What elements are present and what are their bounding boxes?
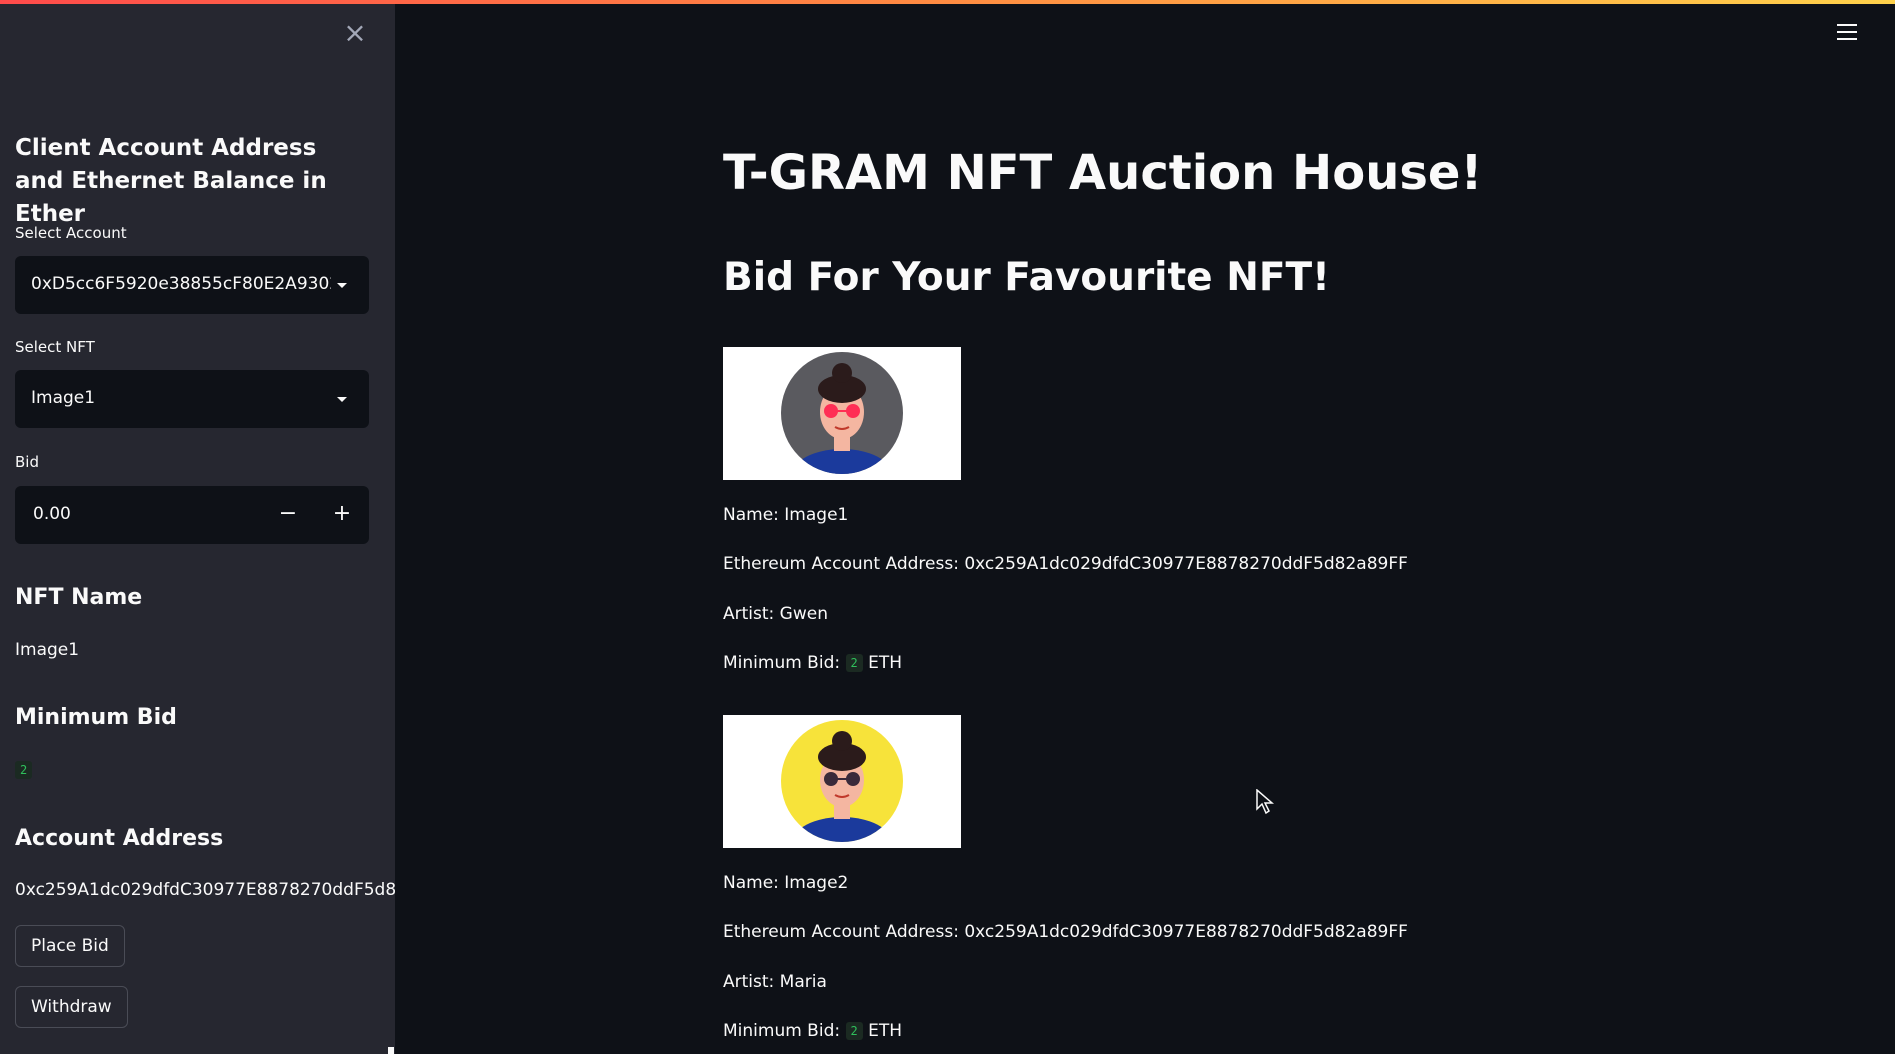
select-nft-label: Select NFT xyxy=(15,338,95,356)
min-bid-badge: 2 xyxy=(845,654,863,672)
page-title: T-GRAM NFT Auction House! xyxy=(723,145,1483,201)
bid-number-input[interactable]: 0.00 − + xyxy=(15,486,369,544)
withdraw-button[interactable]: Withdraw xyxy=(15,986,128,1028)
avatar-icon xyxy=(781,352,903,474)
min-bid-unit: ETH xyxy=(868,653,903,673)
hamburger-menu-icon[interactable] xyxy=(1837,24,1857,42)
nft-name: Name: Image2 xyxy=(723,873,849,893)
bid-decrement-button[interactable]: − xyxy=(261,486,315,544)
nft-address: Ethereum Account Address: 0xc259A1dc029d… xyxy=(723,554,1408,574)
nft-image-2 xyxy=(723,715,961,848)
chevron-down-icon xyxy=(337,397,347,402)
select-account-label: Select Account xyxy=(15,224,127,242)
account-address-heading: Account Address xyxy=(15,826,224,851)
nft-artist: Artist: Gwen xyxy=(723,604,828,624)
nft-artist: Artist: Maria xyxy=(723,972,827,992)
top-accent-bar xyxy=(0,0,1895,4)
minimum-bid-badge: 2 xyxy=(15,761,33,779)
min-bid-prefix: Minimum Bid: xyxy=(723,1021,841,1041)
nft-name-heading: NFT Name xyxy=(15,585,143,610)
select-nft-value: Image1 xyxy=(31,388,96,408)
avatar-icon xyxy=(781,720,903,842)
nft-name-value: Image1 xyxy=(15,640,80,660)
mouse-cursor-icon xyxy=(1256,789,1274,815)
nft-minimum-bid: Minimum Bid: 2 ETH xyxy=(723,1021,902,1041)
bid-increment-button[interactable]: + xyxy=(315,486,369,544)
nft-minimum-bid: Minimum Bid: 2 ETH xyxy=(723,653,902,673)
bid-input-value[interactable]: 0.00 xyxy=(33,504,71,524)
sidebar-title: Client Account Address and Ethernet Bala… xyxy=(15,135,327,227)
page-subtitle: Bid For Your Favourite NFT! xyxy=(723,255,1330,300)
nft-image-1 xyxy=(723,347,961,480)
chevron-down-icon xyxy=(337,283,347,288)
select-account-dropdown[interactable]: 0xD5cc6F5920e38855cF80E2A9302... xyxy=(15,256,369,314)
min-bid-unit: ETH xyxy=(868,1021,903,1041)
minimum-bid-heading: Minimum Bid xyxy=(15,705,177,730)
sidebar-scrollbar[interactable] xyxy=(388,1047,394,1054)
account-address-value: 0xc259A1dc029dfdC30977E8878270ddF5d82a89… xyxy=(15,880,395,900)
nft-address: Ethereum Account Address: 0xc259A1dc029d… xyxy=(723,922,1408,942)
min-bid-badge: 2 xyxy=(845,1022,863,1040)
select-account-value: 0xD5cc6F5920e38855cF80E2A9302... xyxy=(31,274,331,294)
nft-name: Name: Image1 xyxy=(723,505,849,525)
bid-label: Bid xyxy=(15,453,39,471)
min-bid-prefix: Minimum Bid: xyxy=(723,653,841,673)
place-bid-button[interactable]: Place Bid xyxy=(15,925,125,967)
sidebar: × Client Account Address and Ethernet Ba… xyxy=(0,0,395,1054)
select-nft-dropdown[interactable]: Image1 xyxy=(15,370,369,428)
close-icon[interactable]: × xyxy=(340,18,370,48)
